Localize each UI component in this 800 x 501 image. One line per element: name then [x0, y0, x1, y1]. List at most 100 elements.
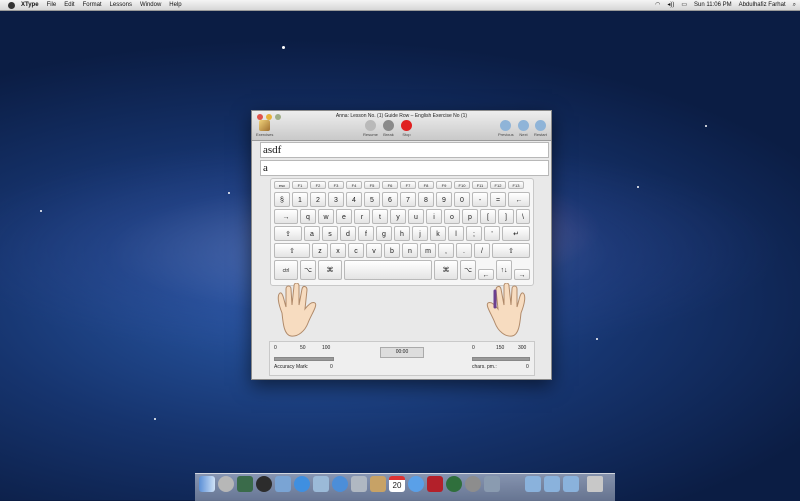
xtype-icon[interactable]: [484, 476, 500, 492]
menu-file[interactable]: File: [47, 0, 57, 10]
break-button[interactable]: Break: [383, 120, 394, 137]
key-z: z: [312, 243, 328, 258]
speed-scale-mid: 150: [496, 345, 505, 351]
key-f3: F3: [328, 181, 344, 189]
key-6: 6: [382, 192, 398, 207]
restart-button[interactable]: Restart: [534, 120, 547, 137]
menu-lessons[interactable]: Lessons: [110, 0, 132, 10]
menu-window[interactable]: Window: [140, 0, 161, 10]
key-space: [344, 260, 432, 280]
menu-format[interactable]: Format: [83, 0, 102, 10]
exercises-button[interactable]: Exercises: [256, 120, 273, 137]
key-arrow-right: →: [514, 269, 530, 280]
xtype-window: Anna: Lesson No. (1) Guide Row – English…: [251, 110, 552, 380]
key-command-right: ⌘: [434, 260, 458, 280]
key-shift-left: ⇧: [274, 243, 310, 258]
break-icon: [383, 120, 394, 131]
key-y: y: [390, 209, 406, 224]
menu-clock[interactable]: Sun 11:06 PM: [694, 0, 732, 10]
safari-icon[interactable]: [332, 476, 348, 492]
wifi-icon[interactable]: ◠: [655, 0, 660, 10]
key-3: 3: [328, 192, 344, 207]
key-option-right: ⌥: [460, 260, 476, 280]
key-return: ↵: [502, 226, 530, 241]
facetime-icon[interactable]: [313, 476, 329, 492]
app-store-icon[interactable]: [294, 476, 310, 492]
launchpad-icon[interactable]: [218, 476, 234, 492]
pencil-icon: [259, 120, 271, 131]
system-preferences-icon[interactable]: [465, 476, 481, 492]
key-tab: →: [274, 209, 298, 224]
timer-display: 00:00: [380, 347, 424, 358]
previous-button[interactable]: Previous: [498, 120, 514, 137]
dashboard-icon[interactable]: [256, 476, 272, 492]
key-esc: esc: [274, 181, 290, 189]
preview-icon[interactable]: [275, 476, 291, 492]
star: [228, 192, 230, 194]
calendar-icon[interactable]: 20: [389, 476, 405, 492]
key-option-left: ⌥: [300, 260, 316, 280]
exercise-text: asdf: [260, 142, 549, 158]
key-e: e: [336, 209, 352, 224]
trash-icon[interactable]: [587, 476, 603, 492]
accuracy-scale-max: 100: [322, 345, 331, 351]
contacts-icon[interactable]: [370, 476, 386, 492]
key-comma: ,: [438, 243, 454, 258]
left-hand-icon: [277, 283, 317, 337]
menu-user[interactable]: Abdulhafiz Farhat: [739, 0, 786, 10]
star: [40, 210, 42, 212]
menu-help[interactable]: Help: [169, 0, 181, 10]
key-b: b: [384, 243, 400, 258]
key-f1: F1: [292, 181, 308, 189]
key-p: p: [462, 209, 478, 224]
key-a: a: [304, 226, 320, 241]
key-f5: F5: [364, 181, 380, 189]
mail-icon[interactable]: [351, 476, 367, 492]
downloads-folder-icon[interactable]: [563, 476, 579, 492]
key-5: 5: [364, 192, 380, 207]
key-g: g: [376, 226, 392, 241]
star: [637, 186, 639, 188]
finder-icon[interactable]: [199, 476, 215, 492]
photo-booth-icon[interactable]: [427, 476, 443, 492]
next-button[interactable]: Next: [518, 120, 529, 137]
star: [282, 46, 285, 49]
menu-app-name[interactable]: XType: [21, 0, 39, 10]
star: [154, 418, 156, 420]
applications-folder-icon[interactable]: [525, 476, 541, 492]
volume-icon[interactable]: ◂)): [667, 0, 674, 10]
key-v: v: [366, 243, 382, 258]
battery-icon[interactable]: ▭: [681, 0, 687, 10]
speed-scale-min: 0: [472, 345, 475, 351]
stop-label: Stop: [402, 132, 411, 137]
stop-button[interactable]: Stop: [401, 120, 412, 137]
key-0: 0: [454, 192, 470, 207]
documents-folder-icon[interactable]: [544, 476, 560, 492]
resume-button[interactable]: Resume: [363, 120, 378, 137]
key-f10: F10: [454, 181, 470, 189]
key-arrow-left: ←: [478, 269, 494, 280]
apple-menu-icon[interactable]: [8, 1, 15, 9]
key-capslock: ⇪: [274, 226, 302, 241]
accuracy-scale-min: 0: [274, 345, 277, 351]
menu-edit[interactable]: Edit: [64, 0, 74, 10]
dock: 20: [195, 473, 615, 501]
key-f11: F11: [472, 181, 488, 189]
key-bracket-right: ]: [498, 209, 514, 224]
key-backslash: \: [516, 209, 530, 224]
itunes-icon[interactable]: [408, 476, 424, 492]
key-f12: F12: [490, 181, 506, 189]
key-f2: F2: [310, 181, 326, 189]
time-machine-icon[interactable]: [446, 476, 462, 492]
key-i: i: [426, 209, 442, 224]
key-f7: F7: [400, 181, 416, 189]
key-m: m: [420, 243, 436, 258]
key-ctrl: ctrl: [274, 260, 298, 280]
key-f9: F9: [436, 181, 452, 189]
key-8: 8: [418, 192, 434, 207]
key-n: n: [402, 243, 418, 258]
spotlight-icon[interactable]: ⌕: [793, 0, 796, 10]
key-arrow-updown: ↑↓: [496, 260, 512, 280]
mission-control-icon[interactable]: [237, 476, 253, 492]
typing-input[interactable]: a: [260, 160, 549, 176]
